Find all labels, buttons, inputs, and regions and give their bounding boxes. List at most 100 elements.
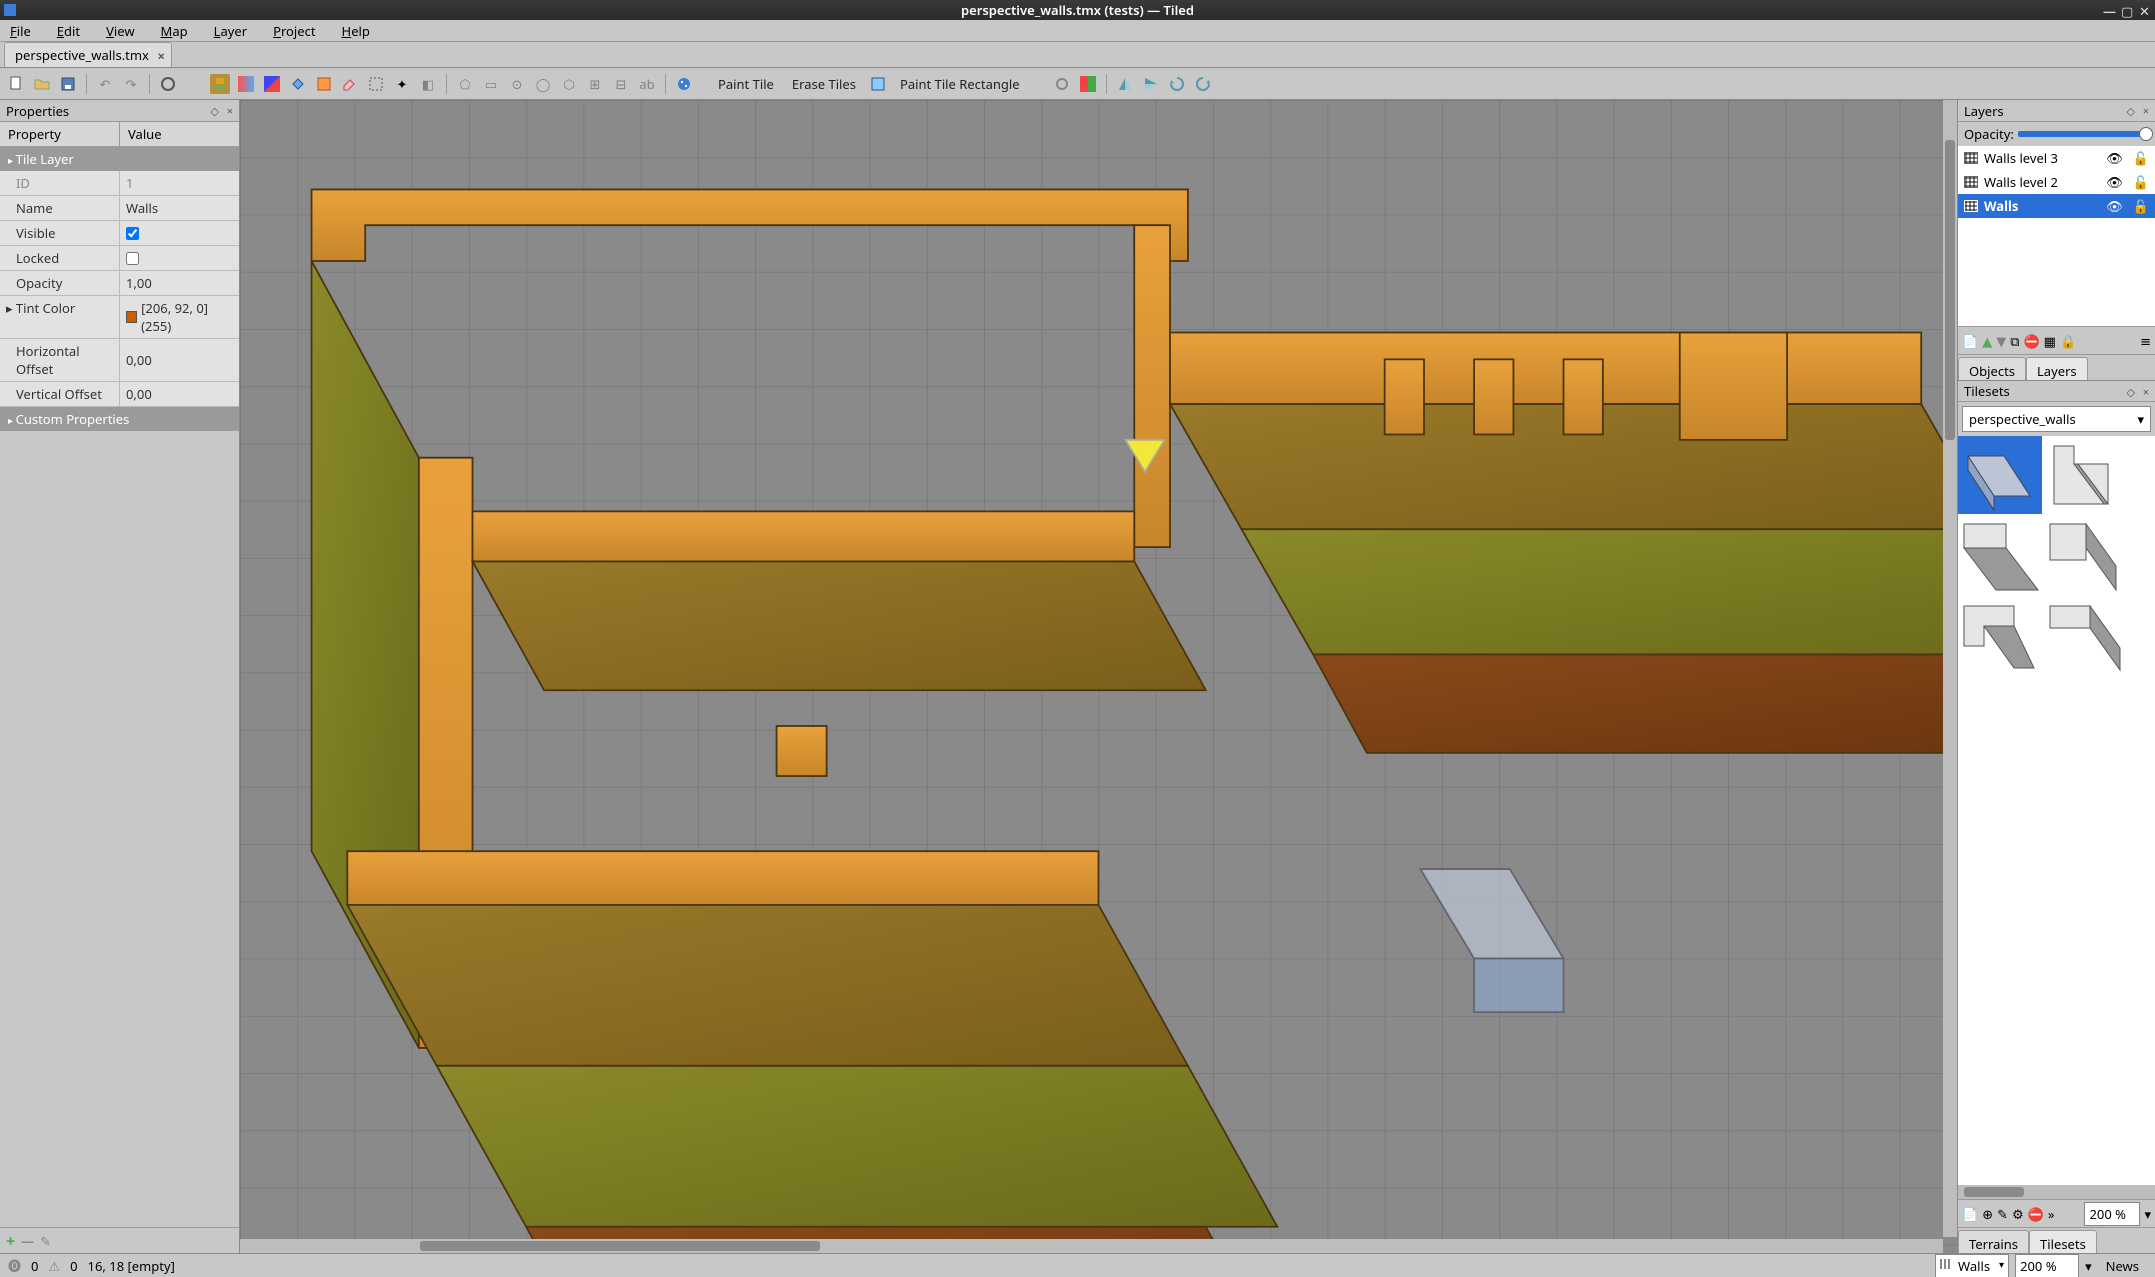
menu-file[interactable]: File (4, 20, 37, 42)
tile-thumb[interactable] (2130, 518, 2155, 596)
current-layer-combo[interactable]: Walls (1935, 1254, 2009, 1277)
prop-val-voffset[interactable]: 0,00 (120, 382, 239, 406)
menu-project[interactable]: Project (267, 20, 321, 42)
lock-icon[interactable]: 🔓 (2133, 173, 2149, 191)
menu-map[interactable]: Map (155, 20, 194, 42)
tileset-props-icon[interactable]: ⚙ (2012, 1205, 2024, 1223)
tile-thumb[interactable] (1958, 518, 2042, 596)
maximize-icon[interactable]: ▢ (2121, 2, 2133, 14)
lock-icon[interactable]: 🔓 (2133, 149, 2149, 167)
duplicate-layer-icon[interactable]: ⧉ (2010, 332, 2019, 350)
tile-thumb[interactable] (2130, 600, 2155, 678)
erase-tiles-button[interactable]: Erase Tiles (786, 73, 862, 95)
properties-section-tile-layer[interactable]: Tile Layer (0, 147, 239, 171)
prop-val-hoffset[interactable]: 0,00 (120, 339, 239, 381)
zoom-dropdown-icon[interactable]: ▾ (2144, 1205, 2151, 1223)
tile-thumb-selected[interactable] (1958, 436, 2042, 514)
tile-thumb[interactable] (2044, 600, 2128, 678)
warning-count-icon[interactable]: ⚠ (48, 1257, 60, 1275)
prop-val-tint[interactable]: [206, 92, 0] (255) (120, 296, 239, 338)
tab-layers[interactable]: Layers (2026, 357, 2088, 380)
panel-float-icon[interactable]: ◇ (2127, 104, 2135, 119)
tab-objects[interactable]: Objects (1958, 357, 2026, 380)
document-tab[interactable]: perspective_walls.tmx × (4, 42, 172, 67)
visibility-icon[interactable]: 👁 (2106, 149, 2123, 167)
rotate-left-icon[interactable] (1167, 74, 1187, 94)
select-same-icon[interactable]: ◧ (418, 74, 438, 94)
layer-up-icon[interactable]: ▲ (1982, 332, 1992, 350)
open-file-icon[interactable] (32, 74, 52, 94)
panel-close-icon[interactable]: × (2143, 104, 2149, 119)
random-mode-icon[interactable] (674, 74, 694, 94)
paint-tile-button[interactable]: Paint Tile (712, 73, 780, 95)
delete-layer-icon[interactable]: ⛔ (2023, 332, 2039, 350)
flip-v-icon[interactable] (1141, 74, 1161, 94)
opacity-slider[interactable] (2018, 131, 2149, 137)
panel-float-icon[interactable]: ◇ (211, 104, 219, 119)
tileset-zoom-input[interactable] (2084, 1202, 2140, 1226)
embed-tileset-icon[interactable]: ⊕ (1982, 1205, 1993, 1223)
prop-val-opacity[interactable]: 1,00 (120, 271, 239, 295)
tab-close-icon[interactable]: × (157, 47, 164, 65)
layer-menu-icon[interactable]: ≡ (2140, 332, 2151, 350)
new-layer-icon[interactable]: 📄 (1962, 332, 1978, 350)
new-file-icon[interactable] (6, 74, 26, 94)
minimize-icon[interactable]: — (2103, 2, 2115, 14)
wrench-icon[interactable]: ✎ (40, 1232, 51, 1250)
tile-thumb[interactable] (1958, 600, 2042, 678)
layer-item[interactable]: Walls level 2 👁 🔓 (1958, 170, 2155, 194)
layer-down-icon[interactable]: ▼ (1996, 332, 2006, 350)
edit-tileset-icon[interactable]: ✎ (1997, 1205, 2008, 1223)
tile-thumb[interactable] (2044, 518, 2128, 596)
visibility-icon[interactable]: 👁 (2106, 173, 2123, 191)
visibility-icon[interactable]: 👁 (2106, 197, 2123, 215)
layer-item[interactable]: Walls level 3 👁 🔓 (1958, 146, 2155, 170)
canvas-scrollbar-horizontal[interactable] (240, 1239, 1943, 1253)
menu-edit[interactable]: Edit (51, 20, 86, 42)
menu-layer[interactable]: Layer (208, 20, 253, 42)
prop-val-visible-checkbox[interactable] (126, 227, 139, 240)
bucket-fill-icon[interactable] (288, 74, 308, 94)
terrain-brush-icon[interactable] (236, 74, 256, 94)
rect-select-icon[interactable] (366, 74, 386, 94)
toggle-other-icon[interactable]: ▦ (2044, 332, 2056, 350)
rect-paint-icon[interactable] (868, 74, 888, 94)
news-button[interactable]: News (2098, 1255, 2147, 1277)
menu-view[interactable]: View (100, 20, 140, 42)
new-tileset-icon[interactable]: 📄 (1962, 1205, 1978, 1223)
highlight-layer-icon[interactable] (1052, 74, 1072, 94)
remove-property-icon[interactable]: — (21, 1232, 34, 1250)
shape-fill-icon[interactable] (314, 74, 334, 94)
command-icon[interactable] (158, 74, 178, 94)
prop-val-name[interactable]: Walls (120, 196, 239, 220)
undo-icon[interactable]: ↶ (95, 74, 115, 94)
zoom-dropdown-icon[interactable]: ▾ (2085, 1257, 2092, 1275)
wang-mode-icon[interactable] (1078, 74, 1098, 94)
lock-icon[interactable]: 🔓 (2133, 197, 2149, 215)
tileset-view[interactable] (1958, 436, 2155, 1185)
flip-h-icon[interactable] (1115, 74, 1135, 94)
tileset-selector[interactable]: perspective_walls ▾ (1962, 406, 2151, 432)
close-icon[interactable]: ✕ (2139, 2, 2151, 14)
error-count-icon[interactable]: ⓿ (8, 1256, 21, 1275)
properties-section-custom[interactable]: Custom Properties (0, 407, 239, 431)
paint-rect-button[interactable]: Paint Tile Rectangle (894, 73, 1026, 95)
tab-tilesets[interactable]: Tilesets (2029, 1230, 2097, 1253)
menu-help[interactable]: Help (336, 20, 376, 42)
save-file-icon[interactable] (58, 74, 78, 94)
prop-val-locked-checkbox[interactable] (126, 252, 139, 265)
delete-tileset-icon[interactable]: ⛔ (2028, 1205, 2044, 1223)
canvas-zoom-input[interactable] (2015, 1254, 2079, 1277)
wang-brush-icon[interactable] (262, 74, 282, 94)
tile-thumb[interactable] (2130, 436, 2155, 514)
canvas-scrollbar-vertical[interactable] (1943, 100, 1957, 1237)
add-property-icon[interactable]: + (6, 1230, 15, 1252)
prop-key-tint[interactable]: ▸ Tint Color (0, 296, 120, 338)
more-icon[interactable]: » (2048, 1205, 2055, 1223)
panel-close-icon[interactable]: × (2143, 385, 2149, 400)
tab-terrains[interactable]: Terrains (1958, 1230, 2029, 1253)
tileset-scrollbar-horizontal[interactable] (1958, 1185, 2155, 1199)
eraser-icon[interactable] (340, 74, 360, 94)
map-canvas[interactable] (240, 100, 1957, 1253)
rotate-right-icon[interactable] (1193, 74, 1213, 94)
